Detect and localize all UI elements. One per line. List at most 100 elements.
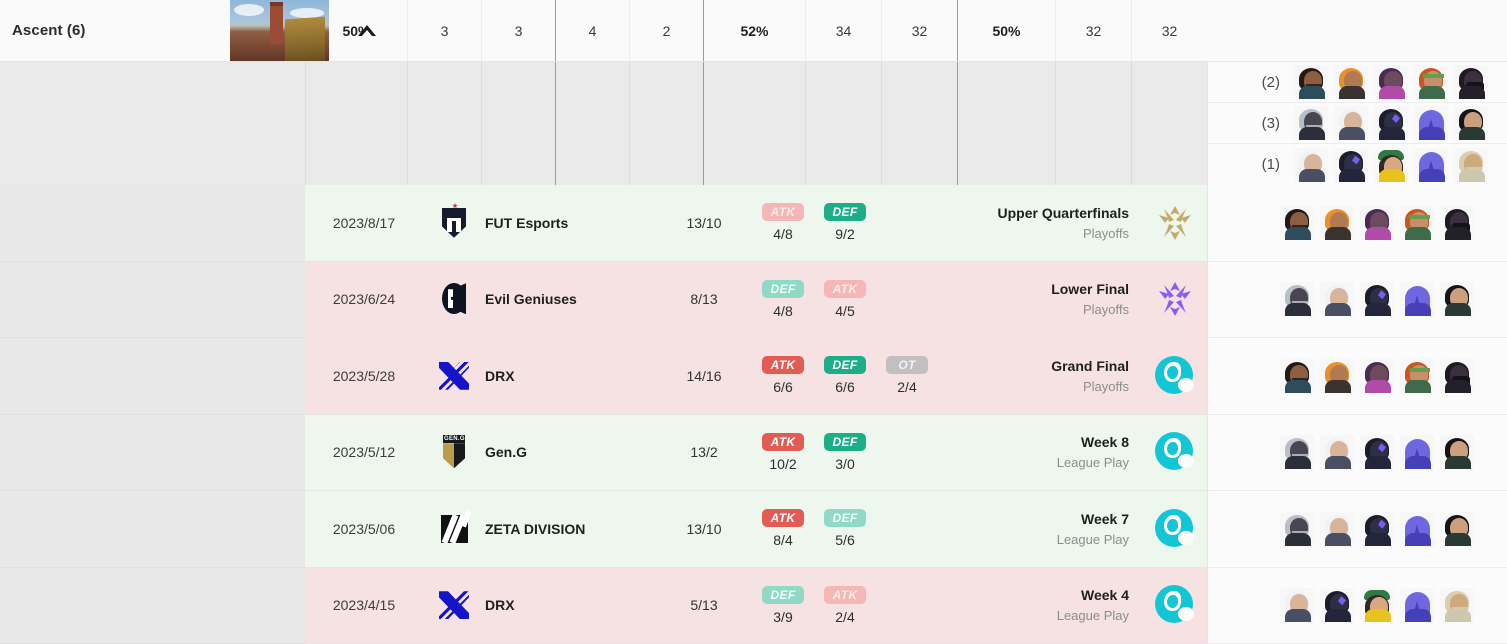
event-info: Lower Final Playoffs [943,281,1143,317]
side-value: 8/4 [773,532,793,549]
event-stage: League Play [1056,455,1129,471]
event-name: Week 8 [1081,434,1129,451]
agent-portrait-skye [1334,65,1368,99]
agent-portrait-kayo [1360,511,1394,546]
side-value: 9/2 [835,226,855,243]
agent-portrait-reyna [1454,106,1488,140]
opponent-name[interactable]: Gen.G [485,444,655,460]
match-details: 2023/5/06 ZETA DIVISION 13/10 ATK 8/4 DEF 5/6 W… [305,491,1207,568]
comps-col-spacer-4 [629,62,703,185]
match-agents [1280,435,1474,470]
event-stage: League Play [1056,608,1129,624]
composition-row[interactable]: (2) [1208,62,1507,103]
map-header-frozen: Ascent (6) [0,0,376,61]
drx-logo-icon [434,356,474,396]
match-score: 8/13 [690,291,718,308]
side-score: ATK 4/8 [757,203,809,242]
opponent-name[interactable]: DRX [485,597,655,613]
match-date: 2023/5/12 [332,444,396,461]
match-row[interactable]: 2023/5/28 DRX 14/16 ATK 6/6 DEF 6/6 OT 2/4 Grand … [0,338,1507,415]
agent-portrait-viper [1440,358,1474,393]
stat-cell-5: 52% [703,0,805,61]
composition-agents [1294,65,1488,99]
event-info: Grand Final Playoffs [943,358,1143,394]
match-details: 2023/6/24 Evil Geniuses 8/13 DEF 4/8 ATK 4/5 Lo… [305,261,1207,338]
stat-cell-4: 2 [629,0,703,61]
match-frozen-spacer [0,567,305,644]
match-agents [1280,205,1474,240]
composition-agents [1294,106,1488,140]
match-row[interactable]: 2023/6/24 Evil Geniuses 8/13 DEF 4/8 ATK 4/5 Lo… [0,261,1507,338]
match-agents [1280,511,1474,546]
event-info: Upper Quarterfinals Playoffs [943,205,1143,241]
match-row[interactable]: 2023/5/12 GEN.G Gen.G 13/2 ATK 10/2 DEF 3/0 Week… [0,414,1507,491]
match-agents [1280,282,1474,317]
comps-col-spacer-0 [305,62,407,185]
opponent-name[interactable]: FUT Esports [485,215,655,231]
comps-col-spacer-3 [555,62,629,185]
agent-portrait-skye [1320,358,1354,393]
side-score: ATK 10/2 [757,432,809,472]
side-badge: DEF [824,509,866,528]
side-value: 2/4 [897,379,917,396]
comps-stat-spacer [305,62,1207,185]
comps-col-spacer-1 [407,62,481,185]
match-row[interactable]: 2023/4/15 DRX 5/13 DEF 3/9 ATK 2/4 Week 4 League… [0,567,1507,644]
match-row[interactable]: 2023/8/17 FUT Esports 13/10 ATK 4/8 DEF 9/2 Upp… [0,185,1507,262]
composition-row[interactable]: (1) [1208,144,1507,185]
match-agents-cell [1207,414,1507,491]
side-badge: ATK [762,509,804,528]
agent-portrait-sage [1414,65,1448,99]
match-score: 13/10 [686,520,722,537]
side-value: 3/9 [773,608,793,625]
agent-portrait-omen [1294,106,1328,140]
stat-cell-1: 3 [407,0,481,61]
agent-portrait-omen-alt [1414,147,1448,182]
side-score: ATK 4/5 [819,279,871,319]
agent-portrait-breach [1454,147,1488,182]
match-details: 2023/5/28 DRX 14/16 ATK 6/6 DEF 6/6 OT 2/4 Grand … [305,338,1207,415]
composition-count: (3) [1261,114,1280,132]
match-details: 2023/8/17 FUT Esports 13/10 ATK 4/8 DEF 9/2 Upp… [305,185,1207,262]
agent-portrait-kayo [1360,282,1394,317]
evil-geniuses-logo-icon [434,279,474,319]
side-value: 3/0 [835,455,855,472]
pacific-wave-icon [1155,355,1195,396]
agent-portrait-kayo [1360,435,1394,470]
match-row[interactable]: 2023/5/06 ZETA DIVISION 13/10 ATK 8/4 DEF 5/6 W… [0,491,1507,568]
composition-row[interactable]: (3) [1208,103,1507,144]
comps-col-spacer-2 [481,62,555,185]
composition-list: (2) (3) (1) [1207,62,1507,185]
event-info: Week 7 League Play [943,511,1143,547]
opponent-logo-cell [423,356,485,396]
page-title: Ascent (6) [12,22,86,39]
side-value: 4/5 [835,302,855,319]
side-value: 2/4 [835,608,855,625]
event-stage: Playoffs [1082,225,1129,241]
event-info: Week 8 League Play [943,434,1143,470]
opponent-logo-cell [423,585,485,625]
match-agents-cell [1207,567,1507,644]
agent-portrait-omen [1280,435,1314,470]
composition-agents [1294,147,1488,182]
opponent-logo-cell [423,279,485,319]
side-score: DEF 3/0 [819,432,871,472]
agent-portrait-brimstone [1294,65,1328,99]
side-value: 10/2 [769,455,797,472]
match-date: 2023/6/24 [332,291,396,308]
agent-portrait-omen-alt [1400,435,1434,470]
agent-portrait-jett [1294,147,1328,182]
comps-frozen-spacer [0,62,305,185]
agent-portrait-killjoy [1360,588,1394,623]
side-score: ATK 2/4 [819,585,871,625]
opponent-name[interactable]: DRX [485,368,655,384]
opponent-name[interactable]: ZETA DIVISION [485,521,655,537]
opponent-logo-cell: GEN.G [423,432,485,472]
comps-col-spacer-8 [957,62,1055,185]
pacific-wave-icon [1155,432,1195,472]
opponent-name[interactable]: Evil Geniuses [485,291,655,307]
geng-logo-icon: GEN.G [434,432,474,472]
agent-portrait-omen [1280,511,1314,546]
cloud-decor-icon [290,8,324,18]
event-stage: Playoffs [1082,378,1129,394]
